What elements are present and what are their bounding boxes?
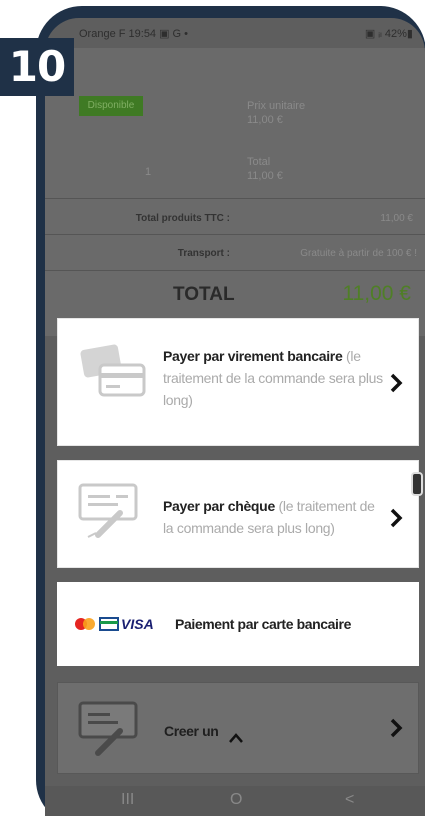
line-total-value: 11,00 €: [247, 170, 283, 182]
tutorial-screenshot: 10 Orange F 19:54 ▣ G • ▣ ᵢₗ 42%▮ Dispon…: [0, 0, 425, 816]
phone-screen: Orange F 19:54 ▣ G • ▣ ᵢₗ 42%▮ Disponibl…: [45, 18, 425, 816]
chevron-up-icon[interactable]: [226, 728, 246, 748]
chevron-right-icon: [390, 373, 403, 393]
mastercard-icon: [75, 618, 95, 630]
status-left: Orange F 19:54 ▣ G •: [79, 28, 189, 40]
create-label: Creer un: [164, 723, 219, 739]
unit-price-label: Prix unitaire: [247, 100, 306, 112]
divider: [45, 198, 425, 199]
create-option: Creer un: [57, 682, 419, 774]
line-total-label: Total: [247, 156, 271, 168]
cheque-title: Payer par chèque: [163, 498, 275, 514]
availability-badge: Disponible: [79, 96, 143, 116]
quantity-value: 1: [145, 166, 152, 178]
bank-transfer-title: Payer par virement bancaire: [163, 348, 343, 364]
divider: [45, 270, 425, 271]
grand-total-value: 11,00 €: [342, 282, 411, 305]
status-right: ▣ ᵢₗ 42%▮: [364, 28, 413, 40]
grand-total-label: TOTAL: [173, 284, 235, 305]
home-button[interactable]: O: [230, 791, 242, 809]
cheque-label: Payer par chèque (le traitement de la co…: [163, 495, 383, 539]
cheque-icon: [78, 483, 138, 538]
chevron-right-icon: [390, 718, 403, 738]
back-button[interactable]: <: [345, 791, 354, 809]
cart-summary: Disponible Prix unitaire 11,00 € 1 Total…: [45, 48, 425, 336]
status-bar: Orange F 19:54 ▣ G • ▣ ᵢₗ 42%▮: [45, 18, 425, 48]
pay-bank-transfer-option[interactable]: Payer par virement bancaire (le traiteme…: [57, 318, 419, 446]
pay-cheque-option[interactable]: Payer par chèque (le traitement de la co…: [57, 460, 419, 568]
total-products-value: 11,00 €: [380, 213, 413, 224]
card-payment-label: Paiement par carte bancaire: [175, 616, 351, 632]
pay-card-option[interactable]: VISA Paiement par carte bancaire: [57, 582, 419, 666]
chevron-right-icon: [390, 508, 403, 528]
recent-apps-button[interactable]: III: [121, 791, 134, 809]
visa-logo: VISA: [121, 616, 154, 632]
shipping-value: Gratuite à partir de 100 € !: [300, 248, 417, 259]
step-number-badge: 10: [0, 38, 74, 96]
total-products-label: Total produits TTC :: [135, 213, 230, 224]
shipping-label: Transport :: [177, 248, 230, 259]
card-logos: VISA: [73, 616, 154, 632]
lower-overlay: Creer un: [45, 666, 425, 786]
scroll-handle[interactable]: [411, 472, 423, 496]
divider: [45, 234, 425, 235]
android-navbar: III O <: [45, 786, 425, 816]
cheque-icon: [78, 701, 138, 756]
unit-price-value: 11,00 €: [247, 114, 283, 126]
bank-transfer-label: Payer par virement bancaire (le traiteme…: [163, 345, 383, 411]
bank-cards-icon: [80, 344, 146, 397]
bank-card-icon: [99, 617, 119, 631]
